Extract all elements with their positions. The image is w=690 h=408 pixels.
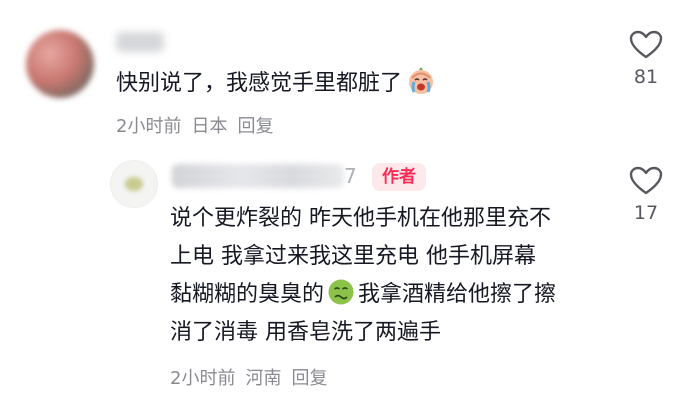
- comment-text: 快别说了，我感觉手里都脏了: [116, 66, 436, 99]
- comment-meta: 2小时前 日本 回复: [116, 112, 283, 138]
- reply-button[interactable]: 回复: [291, 368, 327, 389]
- like-button[interactable]: 81: [626, 30, 666, 100]
- comment-meta: 2小时前 河南 回复: [170, 364, 337, 390]
- reply-item: 7 作者 说个更炸裂的 昨天他手机在他那里充不 上电 我拿过来我这里充电 他手机…: [0, 150, 690, 408]
- reply-text-line: 上电 我拿过来我这里充电 他手机屏幕: [170, 244, 536, 269]
- reply-text-line: 说个更炸裂的 昨天他手机在他那里充不: [170, 206, 551, 231]
- nauseated-face-emoji-icon: [328, 279, 354, 305]
- comment-item: 快别说了，我感觉手里都脏了 2小时前 日本 回复 81: [0, 0, 690, 150]
- heart-icon[interactable]: [629, 166, 663, 196]
- reply-text-line: 黏糊糊的臭臭的 我拿酒精给他擦了擦: [170, 276, 610, 314]
- reply-text: 说个更炸裂的 昨天他手机在他那里充不 上电 我拿过来我这里充电 他手机屏幕 黏糊…: [170, 200, 610, 352]
- crying-face-emoji-icon: [409, 67, 434, 94]
- like-count: 17: [633, 202, 659, 224]
- like-count: 81: [633, 66, 659, 88]
- heart-icon[interactable]: [629, 30, 663, 60]
- avatar[interactable]: [26, 30, 94, 98]
- avatar[interactable]: [110, 160, 158, 208]
- reply-button[interactable]: 回复: [237, 116, 273, 137]
- comment-location: 日本: [191, 116, 228, 137]
- reply-text-line: 消了消毒 用香皂洗了两遍手: [170, 320, 441, 345]
- comment-location: 河南: [245, 368, 282, 389]
- username-blurred[interactable]: [116, 32, 164, 52]
- username-tail: 7: [344, 164, 357, 188]
- comment-time: 2小时前: [116, 116, 182, 137]
- author-badge: 作者: [372, 163, 426, 191]
- like-button[interactable]: 17: [626, 166, 666, 236]
- comment-time: 2小时前: [170, 368, 236, 389]
- username-blurred[interactable]: [172, 164, 344, 188]
